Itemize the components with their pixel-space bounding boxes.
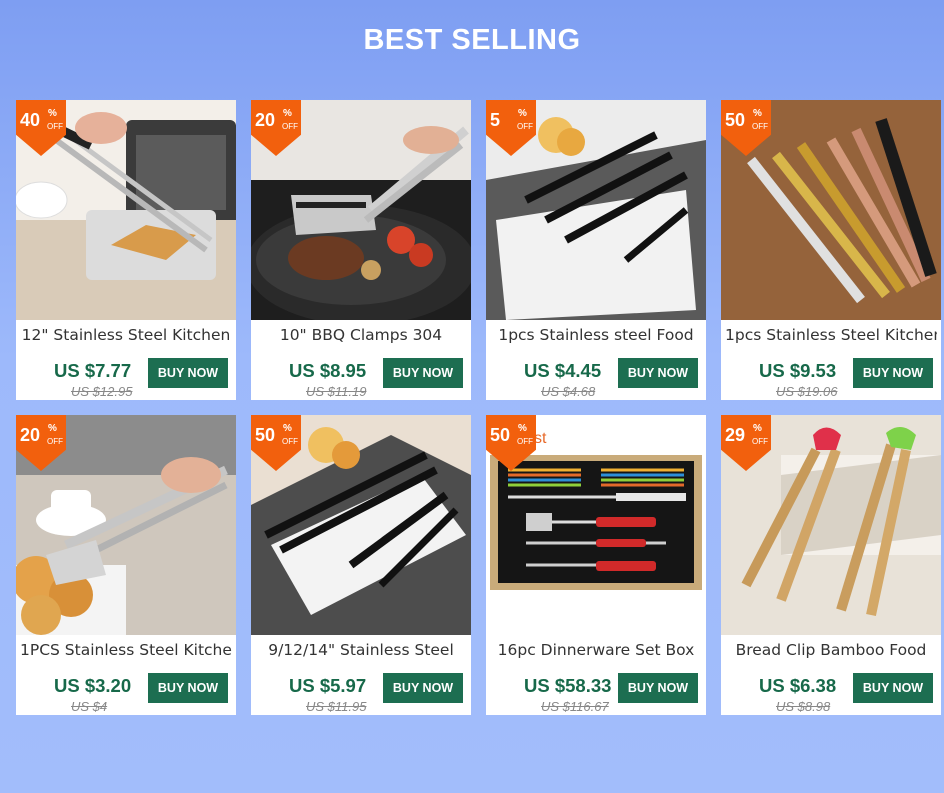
product-price: US $58.33 bbox=[524, 675, 612, 696]
product-card[interactable]: st 50 % OFF 16pc Dinnerware Set Box US $… bbox=[486, 415, 706, 715]
off-label: OFF bbox=[752, 437, 768, 446]
product-name[interactable]: 12" Stainless Steel Kitchen bbox=[20, 326, 232, 346]
section-title: BEST SELLING bbox=[363, 24, 581, 56]
original-price: US $116.67 bbox=[541, 699, 609, 714]
percent-sign: % bbox=[48, 423, 57, 434]
percent-sign: % bbox=[518, 423, 527, 434]
discount-value: 50 bbox=[490, 425, 511, 445]
off-label: OFF bbox=[752, 122, 768, 131]
product-image[interactable]: st 50 % OFF bbox=[486, 415, 706, 635]
discount-value: 40 bbox=[20, 110, 41, 130]
product-price: US $8.95 bbox=[289, 360, 367, 381]
percent-sign: % bbox=[753, 423, 762, 434]
percent-sign: % bbox=[48, 108, 57, 119]
product-grid: 40 % OFF 12" Stainless Steel Kitchen US … bbox=[16, 100, 941, 715]
percent-sign: % bbox=[518, 108, 527, 119]
original-price: US $8.98 bbox=[776, 699, 831, 714]
buy-now-button[interactable]: BUY NOW bbox=[383, 358, 463, 388]
buy-now-button[interactable]: BUY NOW bbox=[383, 673, 463, 703]
original-price: US $4 bbox=[71, 699, 108, 714]
product-price: US $9.53 bbox=[759, 360, 837, 381]
discount-value: 20 bbox=[255, 110, 276, 130]
buy-now-button[interactable]: BUY NOW bbox=[618, 673, 698, 703]
product-image[interactable]: 50 % OFF bbox=[251, 415, 471, 635]
original-price: US $11.19 bbox=[306, 384, 367, 399]
product-card[interactable]: 20 % OFF 1PCS Stainless Steel Kitchen US… bbox=[16, 415, 236, 715]
product-card[interactable]: 5 % OFF 1pcs Stainless steel Food US $4.… bbox=[486, 100, 706, 400]
product-image[interactable]: 20 % OFF bbox=[16, 415, 236, 635]
product-price: US $4.45 bbox=[524, 360, 602, 381]
product-card[interactable]: 40 % OFF 12" Stainless Steel Kitchen US … bbox=[16, 100, 236, 400]
off-label: OFF bbox=[517, 122, 533, 131]
product-image[interactable]: 40 % OFF bbox=[16, 100, 236, 320]
percent-sign: % bbox=[753, 108, 762, 119]
product-image[interactable]: 50 % OFF bbox=[721, 100, 941, 320]
discount-value: 50 bbox=[255, 425, 276, 445]
product-name[interactable]: 9/12/14" Stainless Steel bbox=[255, 641, 467, 661]
discount-value: 20 bbox=[20, 425, 41, 445]
buy-now-button[interactable]: BUY NOW bbox=[148, 358, 228, 388]
product-name[interactable]: Bread Clip Bamboo Food bbox=[725, 641, 937, 661]
product-name[interactable]: 10" BBQ Clamps 304 bbox=[255, 326, 467, 346]
product-image[interactable]: 29 % OFF bbox=[721, 415, 941, 635]
product-price: US $5.97 bbox=[289, 675, 367, 696]
off-label: OFF bbox=[47, 437, 63, 446]
product-card[interactable]: 20 % OFF 10" BBQ Clamps 304 US $8.95 US … bbox=[251, 100, 471, 400]
product-image[interactable]: 20 % OFF bbox=[251, 100, 471, 320]
product-name[interactable]: 1PCS Stainless Steel Kitchen bbox=[20, 641, 232, 661]
product-card[interactable]: 29 % OFF Bread Clip Bamboo Food US $6.38… bbox=[721, 415, 941, 715]
percent-sign: % bbox=[283, 108, 292, 119]
off-label: OFF bbox=[282, 122, 298, 131]
product-card[interactable]: 50 % OFF 9/12/14" Stainless Steel US $5.… bbox=[251, 415, 471, 715]
product-price: US $7.77 bbox=[54, 360, 132, 381]
off-label: OFF bbox=[282, 437, 298, 446]
original-price: US $11.95 bbox=[306, 699, 367, 714]
product-name[interactable]: 1pcs Stainless steel Food bbox=[490, 326, 702, 346]
original-price: US $12.95 bbox=[71, 384, 133, 399]
percent-sign: % bbox=[283, 423, 292, 434]
product-price: US $6.38 bbox=[759, 675, 837, 696]
discount-value: 50 bbox=[725, 110, 746, 130]
product-name[interactable]: 1pcs Stainless Steel Kitchen bbox=[725, 326, 937, 346]
product-image[interactable]: 5 % OFF bbox=[486, 100, 706, 320]
discount-value: 29 bbox=[725, 425, 746, 445]
off-label: OFF bbox=[47, 122, 63, 131]
buy-now-button[interactable]: BUY NOW bbox=[853, 673, 933, 703]
buy-now-button[interactable]: BUY NOW bbox=[618, 358, 698, 388]
product-name[interactable]: 16pc Dinnerware Set Box bbox=[490, 641, 702, 661]
off-label: OFF bbox=[517, 437, 533, 446]
buy-now-button[interactable]: BUY NOW bbox=[853, 358, 933, 388]
buy-now-button[interactable]: BUY NOW bbox=[148, 673, 228, 703]
original-price: US $4.68 bbox=[541, 384, 596, 399]
original-price: US $19.06 bbox=[776, 384, 838, 399]
discount-value: 5 bbox=[490, 110, 501, 130]
product-card[interactable]: 50 % OFF 1pcs Stainless Steel Kitchen US… bbox=[721, 100, 941, 400]
product-price: US $3.20 bbox=[54, 675, 132, 696]
